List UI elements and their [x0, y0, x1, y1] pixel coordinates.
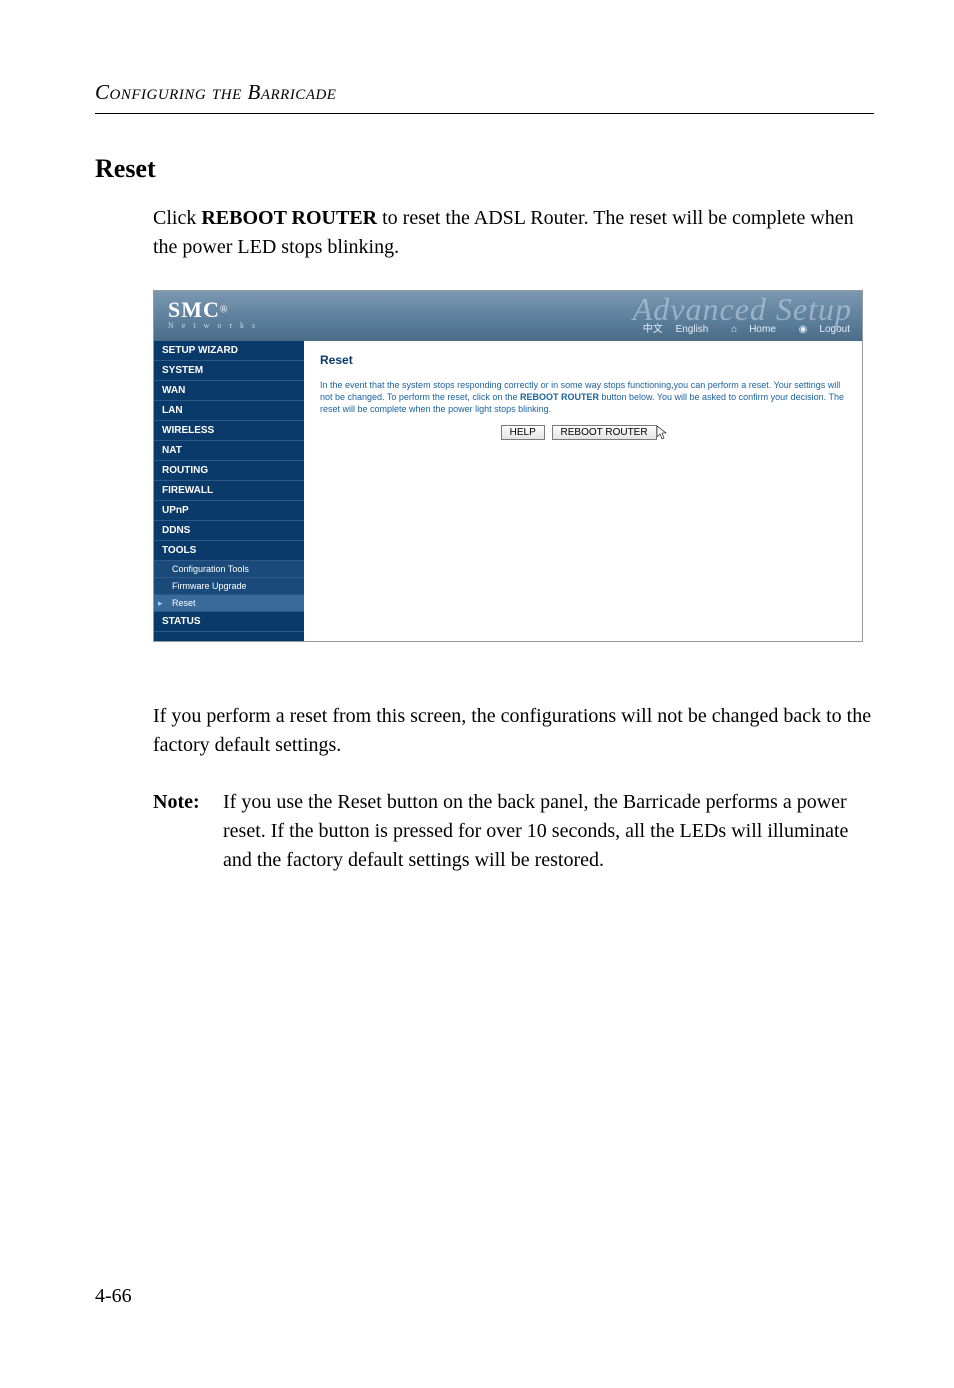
sidebar-item-firewall[interactable]: FIREWALL [154, 481, 304, 501]
note-block: Note: If you use the Reset button on the… [153, 788, 874, 875]
logo-text: SMC [168, 297, 220, 322]
top-links: 中文 English ⌂ Home ◉ Logout [633, 320, 850, 335]
after-paragraph: If you perform a reset from this screen,… [153, 702, 874, 760]
sidebar-sub-reset[interactable]: Reset [154, 595, 304, 612]
help-button[interactable]: HELP [501, 425, 545, 440]
logo: SMC® N e t w o r k s [168, 297, 258, 330]
home-icon: ⌂ [731, 324, 737, 335]
screenshot-header-bar: SMC® N e t w o r k s Advanced Setup 中文 E… [154, 291, 862, 341]
note-body: If you use the Reset button on the back … [223, 788, 874, 875]
intro-paragraph: Click REBOOT ROUTER to reset the ADSL Ro… [153, 204, 874, 262]
sidebar-item-setup-wizard[interactable]: SETUP WIZARD [154, 341, 304, 361]
lang-cn-link[interactable]: 中文 [643, 324, 663, 335]
page-running-header: Configuring the Barricade [95, 80, 874, 105]
screenshot-body: SETUP WIZARD SYSTEM WAN LAN WIRELESS NAT… [154, 341, 862, 641]
content-description: In the event that the system stops respo… [320, 379, 846, 415]
sidebar-item-wireless[interactable]: WIRELESS [154, 421, 304, 441]
home-link-label: Home [749, 324, 776, 335]
sidebar-item-status[interactable]: STATUS [154, 612, 304, 632]
logout-link[interactable]: ◉ Logout [789, 324, 850, 335]
intro-bold: REBOOT ROUTER [201, 207, 377, 229]
router-screenshot: SMC® N e t w o r k s Advanced Setup 中文 E… [153, 290, 863, 642]
desc-bold: REBOOT ROUTER [520, 392, 599, 402]
sidebar-item-ddns[interactable]: DDNS [154, 521, 304, 541]
sidebar-item-lan[interactable]: LAN [154, 401, 304, 421]
reboot-router-button[interactable]: REBOOT ROUTER [552, 425, 657, 440]
logo-subtext: N e t w o r k s [168, 321, 258, 330]
cursor-icon [657, 426, 667, 440]
sidebar-sub-firmware-upgrade[interactable]: Firmware Upgrade [154, 578, 304, 595]
logout-icon: ◉ [799, 324, 808, 335]
page-number: 4-66 [95, 1285, 132, 1308]
sidebar-item-system[interactable]: SYSTEM [154, 361, 304, 381]
header-rule [95, 113, 874, 114]
sidebar: SETUP WIZARD SYSTEM WAN LAN WIRELESS NAT… [154, 341, 304, 641]
sidebar-item-routing[interactable]: ROUTING [154, 461, 304, 481]
button-row: HELP REBOOT ROUTER [320, 425, 846, 440]
sidebar-item-tools[interactable]: TOOLS [154, 541, 304, 561]
intro-prefix: Click [153, 207, 201, 229]
content-pane: Reset In the event that the system stops… [304, 341, 862, 641]
home-link[interactable]: ⌂ Home [721, 324, 776, 335]
note-label: Note: [153, 788, 223, 875]
sidebar-item-nat[interactable]: NAT [154, 441, 304, 461]
logout-link-label: Logout [819, 324, 850, 335]
section-title: Reset [95, 154, 874, 184]
logo-registered: ® [220, 305, 228, 316]
sidebar-item-wan[interactable]: WAN [154, 381, 304, 401]
sidebar-sub-config-tools[interactable]: Configuration Tools [154, 561, 304, 578]
sidebar-item-upnp[interactable]: UPnP [154, 501, 304, 521]
content-title: Reset [320, 353, 846, 367]
lang-en-link[interactable]: English [676, 324, 709, 335]
